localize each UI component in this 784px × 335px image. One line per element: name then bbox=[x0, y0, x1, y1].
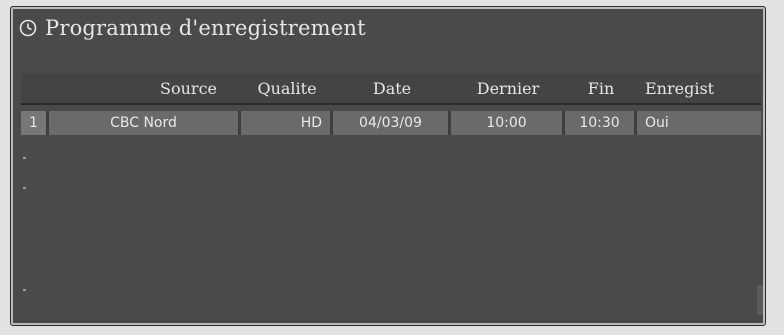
table-header: Source Qualite Date Dernier Fin Enregist bbox=[21, 73, 761, 105]
dernier-cell: 10:00 bbox=[451, 111, 565, 135]
column-header-dernier[interactable]: Dernier bbox=[451, 73, 565, 103]
recording-schedule-window: Programme d'enregistrement Source Qualit… bbox=[10, 6, 766, 326]
schedule-table: Source Qualite Date Dernier Fin Enregist… bbox=[21, 73, 761, 135]
date-cell: 04/03/09 bbox=[333, 111, 451, 135]
column-header-date[interactable]: Date bbox=[333, 73, 451, 103]
column-header-fin[interactable]: Fin bbox=[565, 73, 637, 103]
row-marker bbox=[23, 157, 26, 159]
window-title: Programme d'enregistrement bbox=[45, 16, 366, 40]
screen: Programme d'enregistrement Source Qualit… bbox=[0, 0, 784, 335]
column-header-source[interactable]: Source bbox=[49, 73, 241, 103]
column-header-enregist[interactable]: Enregist bbox=[637, 73, 761, 103]
fin-cell: 10:30 bbox=[565, 111, 637, 135]
row-number-cell: 1 bbox=[21, 111, 49, 135]
resize-handle[interactable] bbox=[757, 285, 763, 315]
enregist-cell: Oui bbox=[637, 111, 761, 135]
clock-icon bbox=[19, 19, 37, 37]
source-cell: CBC Nord bbox=[49, 111, 241, 135]
column-header-qualite[interactable]: Qualite bbox=[241, 73, 333, 103]
row-marker bbox=[23, 187, 26, 189]
table-row[interactable]: 1 CBC Nord HD 04/03/09 10:00 10:30 Oui bbox=[21, 111, 761, 135]
column-header-number[interactable] bbox=[21, 73, 49, 103]
qualite-cell: HD bbox=[241, 111, 333, 135]
window-titlebar: Programme d'enregistrement bbox=[19, 13, 366, 43]
row-marker bbox=[23, 289, 26, 291]
